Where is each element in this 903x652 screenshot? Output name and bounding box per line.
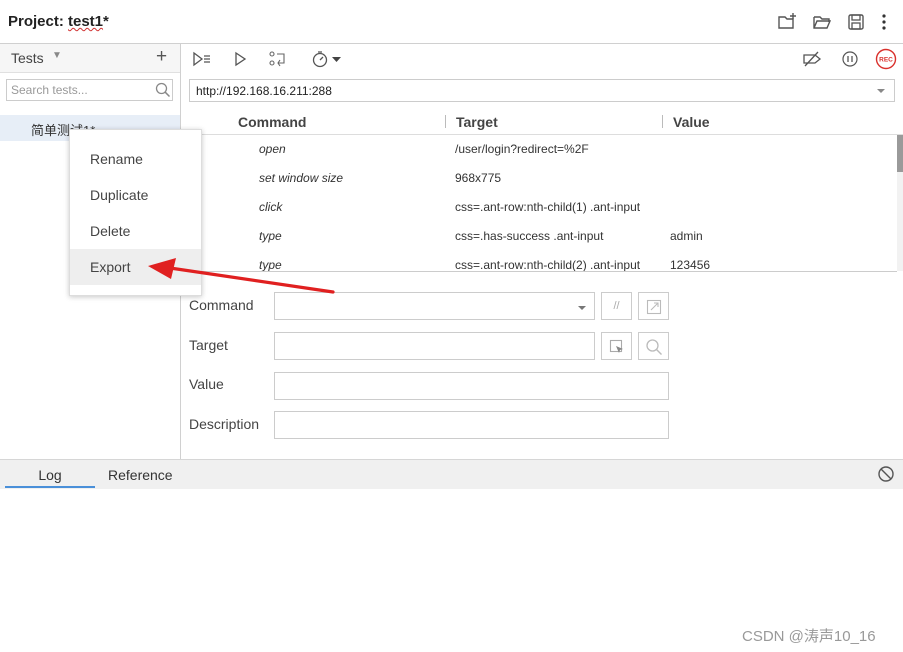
column-divider[interactable]	[662, 115, 663, 128]
row-value: 123456	[670, 258, 711, 272]
chevron-down-icon[interactable]	[577, 304, 587, 312]
column-header-value: Value	[673, 114, 710, 130]
toolbar: REC	[181, 44, 903, 72]
run-all-icon[interactable]	[192, 50, 212, 68]
add-test-icon[interactable]: +	[156, 46, 167, 68]
find-target-button[interactable]	[638, 332, 669, 360]
project-label: Project:	[8, 13, 64, 30]
search-icon	[646, 339, 662, 355]
tests-dropdown[interactable]: Tests	[11, 50, 44, 66]
record-label: REC	[879, 57, 893, 64]
column-divider[interactable]	[445, 115, 446, 128]
search-box	[6, 79, 173, 101]
table-row[interactable]: 1 open /user/login?redirect=%2F	[181, 135, 897, 164]
description-label: Description	[189, 416, 260, 432]
target-label: Target	[189, 337, 228, 353]
annotation-arrow	[148, 258, 335, 294]
column-header-command: Command	[238, 114, 307, 130]
table-scrollbar-thumb[interactable]	[897, 135, 903, 172]
project-name-text: test1	[68, 13, 104, 30]
open-reference-button[interactable]	[638, 292, 669, 320]
chevron-down-icon[interactable]: ▼	[52, 50, 62, 61]
save-icon[interactable]	[846, 12, 866, 32]
header: Project: test1*	[0, 0, 903, 44]
value-input[interactable]	[274, 372, 669, 400]
menu-item-label: Export	[90, 259, 131, 275]
table-row[interactable]: 2 set window size 968x775	[181, 164, 897, 193]
search-icon	[155, 82, 171, 98]
row-target: /user/login?redirect=%2F	[455, 142, 589, 156]
menu-item-label: Delete	[90, 223, 131, 239]
tests-header: Tests ▼ +	[0, 44, 180, 73]
row-target: css=.has-success .ant-input	[455, 229, 604, 243]
run-current-icon[interactable]	[231, 50, 251, 68]
menu-item-rename[interactable]: Rename	[70, 141, 201, 177]
menu-item-delete[interactable]: Delete	[70, 213, 201, 249]
description-input[interactable]	[274, 411, 669, 439]
comment-button[interactable]: //	[601, 292, 632, 320]
row-target: 968x775	[455, 171, 502, 185]
clear-log-icon[interactable]	[877, 465, 895, 483]
tab-log[interactable]: Log	[5, 460, 95, 488]
bottom-panel-tabs: Log Reference	[0, 459, 903, 489]
pause-icon[interactable]	[840, 50, 860, 68]
target-input[interactable]	[274, 332, 595, 360]
row-target: css=.ant-row:nth-child(2) .ant-input	[455, 258, 641, 272]
tab-log-label: Log	[38, 467, 62, 483]
record-icon[interactable]: REC	[875, 48, 897, 70]
new-folder-icon[interactable]	[777, 12, 797, 32]
more-vertical-icon[interactable]	[874, 12, 894, 32]
row-command: open	[259, 142, 286, 156]
project-name[interactable]: test1*	[68, 13, 109, 30]
external-link-icon	[646, 299, 662, 315]
select-target-button[interactable]	[601, 332, 632, 360]
base-url-select[interactable]: http://192.168.16.211:288	[189, 79, 895, 102]
disable-breakpoints-icon[interactable]	[801, 50, 823, 68]
table-row[interactable]: 3 click css=.ant-row:nth-child(1) .ant-i…	[181, 193, 897, 222]
row-value: admin	[670, 229, 703, 243]
menu-item-duplicate[interactable]: Duplicate	[70, 177, 201, 213]
watermark: CSDN @涛声10_16	[742, 628, 876, 645]
value-label: Value	[189, 376, 224, 392]
open-folder-icon[interactable]	[812, 12, 832, 32]
menu-item-label: Duplicate	[90, 187, 149, 203]
tab-reference[interactable]: Reference	[108, 467, 173, 483]
active-tab-indicator	[5, 486, 95, 488]
modified-mark: *	[103, 13, 109, 30]
row-command: click	[259, 200, 283, 214]
command-table: 1 open /user/login?redirect=%2F 2 set wi…	[181, 135, 897, 272]
select-target-icon	[609, 339, 623, 353]
speed-icon[interactable]	[311, 50, 345, 68]
chevron-down-icon[interactable]	[876, 86, 886, 96]
search-input[interactable]	[11, 82, 151, 98]
row-command: type	[259, 229, 282, 243]
row-command: set window size	[259, 171, 344, 185]
table-row[interactable]: 4 type css=.has-success .ant-input admin	[181, 222, 897, 251]
step-icon[interactable]	[268, 50, 288, 68]
row-target: css=.ant-row:nth-child(1) .ant-input	[455, 200, 641, 214]
column-header-target: Target	[456, 114, 498, 130]
base-url-value: http://192.168.16.211:288	[196, 84, 332, 98]
command-table-header: Command Target Value	[181, 108, 903, 135]
menu-item-label: Rename	[90, 151, 143, 167]
